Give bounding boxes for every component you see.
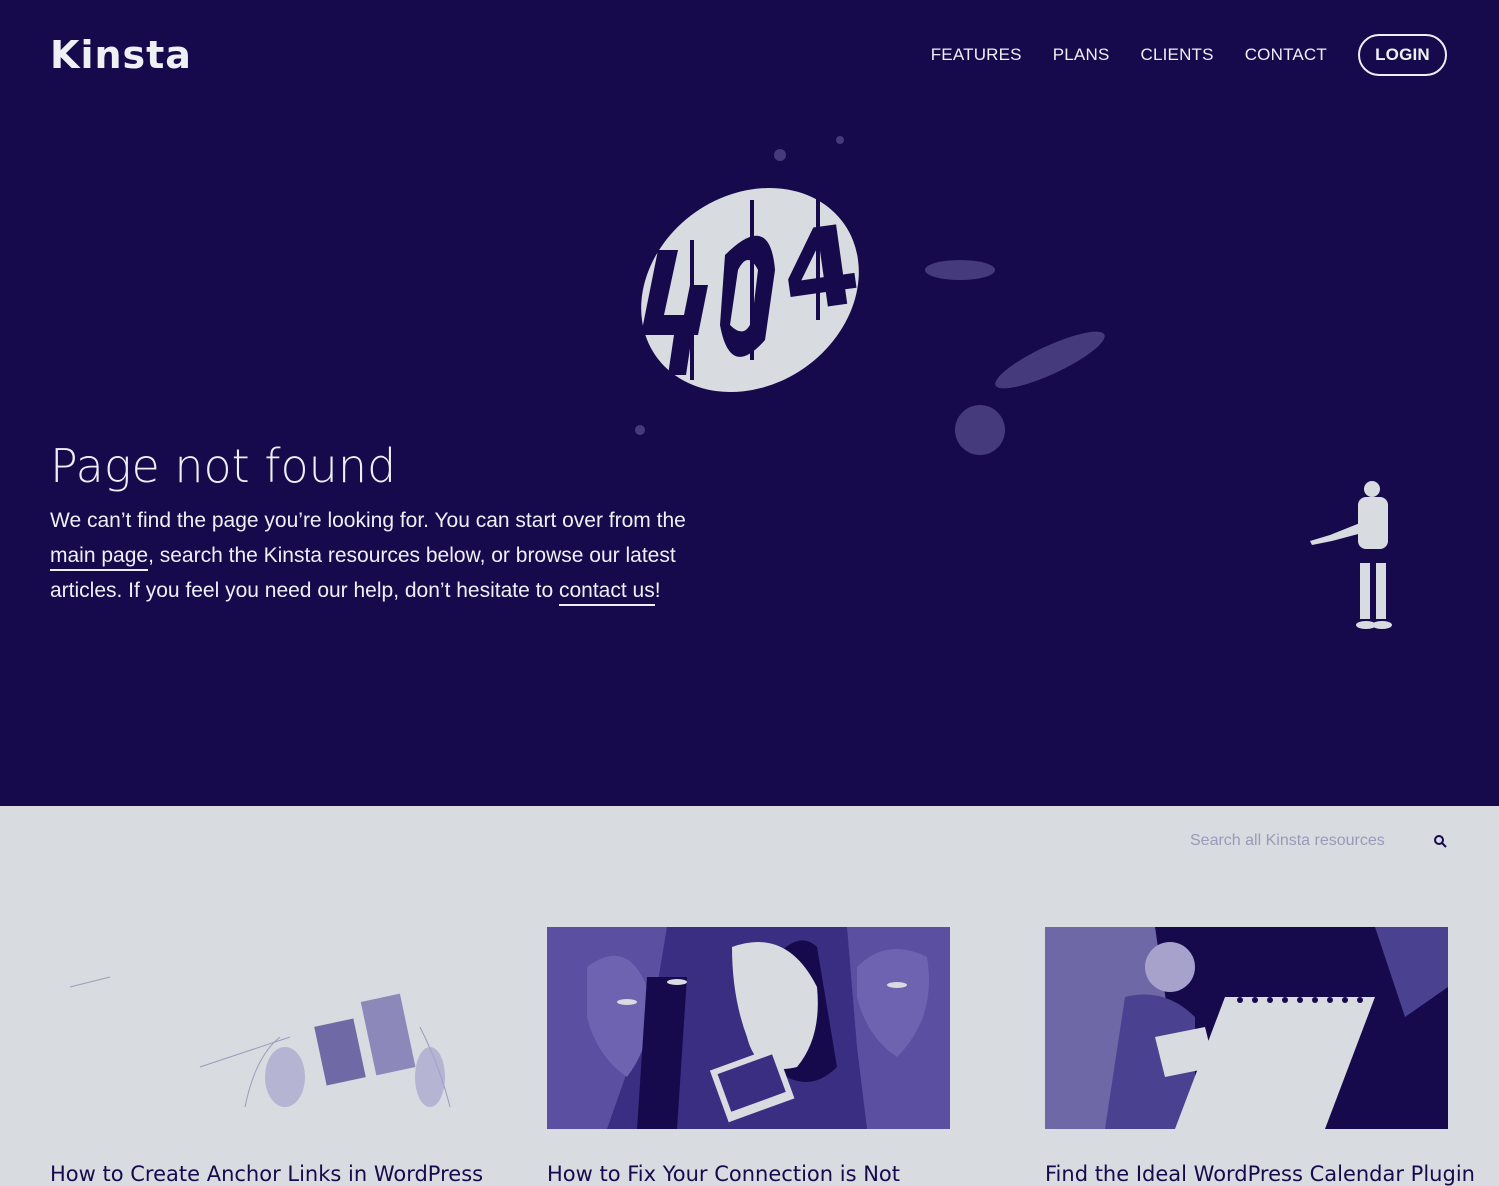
- main-page-link[interactable]: main page: [50, 544, 149, 571]
- search-icon[interactable]: [1433, 834, 1447, 848]
- contact-us-link[interactable]: contact us: [558, 579, 655, 606]
- resource-search: [1190, 828, 1447, 854]
- article-title[interactable]: How to Fix Your Connection is Not: [547, 1162, 967, 1186]
- login-button[interactable]: LOGIN: [1358, 34, 1447, 76]
- desc-text-1: We can’t find the page you’re looking fo…: [50, 509, 686, 532]
- article-card[interactable]: Find the Ideal WordPress Calendar Plugin: [1045, 927, 1475, 1186]
- article-title[interactable]: How to Create Anchor Links in WordPress: [50, 1162, 483, 1186]
- main-nav: FEATURES PLANS CLIENTS CONTACT LOGIN: [900, 34, 1447, 76]
- nav-features[interactable]: FEATURES: [931, 45, 1022, 65]
- kinsta-logo[interactable]: Kinsta: [50, 36, 192, 74]
- article-thumbnail[interactable]: [1045, 927, 1448, 1129]
- article-card[interactable]: How to Create Anchor Links in WordPress: [50, 927, 483, 1186]
- article-thumbnail[interactable]: [547, 927, 950, 1129]
- 404-portal-illustration: 4: [635, 136, 1105, 455]
- nav-plans[interactable]: PLANS: [1053, 45, 1110, 65]
- article-thumbnail[interactable]: [50, 927, 453, 1129]
- error-description: We can’t find the page you’re looking fo…: [50, 503, 730, 608]
- desc-text-3: !: [654, 579, 661, 602]
- article-title[interactable]: Find the Ideal WordPress Calendar Plugin: [1045, 1162, 1475, 1186]
- nav-clients[interactable]: CLIENTS: [1140, 45, 1213, 65]
- nav-contact[interactable]: CONTACT: [1245, 45, 1327, 65]
- article-card[interactable]: How to Fix Your Connection is Not: [547, 927, 950, 1186]
- person-illustration: [1310, 481, 1392, 629]
- hero-section: Kinsta FEATURES PLANS CLIENTS CONTACT LO…: [0, 0, 1499, 806]
- svg-text:4: 4: [774, 200, 868, 337]
- page-title: Page not found: [50, 439, 397, 493]
- search-input[interactable]: [1190, 832, 1410, 850]
